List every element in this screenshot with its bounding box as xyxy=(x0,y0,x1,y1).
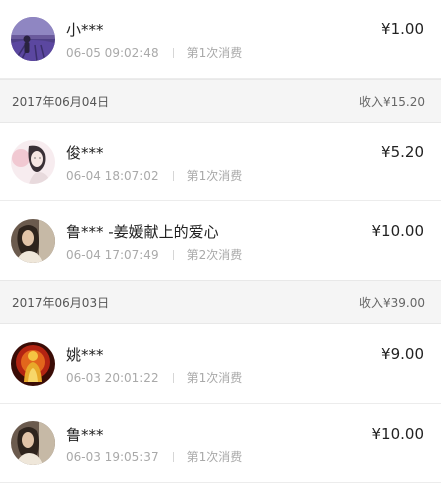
entry-meta: 06-04 17:07:49 第2次消费 xyxy=(66,246,242,263)
divider xyxy=(172,373,174,383)
date-label: 2017年06月03日 xyxy=(12,296,110,310)
sketch-portrait-avatar-icon xyxy=(11,140,55,184)
date-header: 2017年06月03日 收入¥39.00 xyxy=(0,280,441,324)
entry-time: 06-03 19:05:37 xyxy=(66,450,159,464)
daily-income: 收入¥15.20 xyxy=(359,95,425,109)
avatar xyxy=(11,140,55,184)
entry-meta: 06-04 18:07:02 第1次消费 xyxy=(66,167,242,184)
avatar xyxy=(11,342,55,386)
woman-portrait-avatar-icon xyxy=(11,219,55,263)
entry-time: 06-05 09:02:48 xyxy=(66,46,159,60)
amount: ¥9.00 xyxy=(381,345,424,363)
entry-time: 06-04 18:07:02 xyxy=(66,169,159,183)
divider xyxy=(172,452,174,462)
golden-buddha-avatar-icon xyxy=(11,342,55,386)
entry-meta: 06-03 19:05:37 第1次消费 xyxy=(66,448,242,465)
purchase-count: 第1次消费 xyxy=(186,371,243,385)
entry-meta: 06-03 20:01:22 第1次消费 xyxy=(66,369,242,386)
payer-name: 小*** xyxy=(66,21,104,39)
entry-time: 06-04 17:07:49 xyxy=(66,248,159,262)
date-header: 2017年06月04日 收入¥15.20 xyxy=(0,79,441,123)
payer-name: 鲁*** -姜媛献上的爱心 xyxy=(66,223,219,241)
purchase-count: 第1次消费 xyxy=(186,46,243,60)
payer-name: 姚*** xyxy=(66,346,104,364)
list-item[interactable]: 姚*** 06-03 20:01:22 第1次消费 ¥9.00 xyxy=(0,324,441,404)
amount: ¥5.20 xyxy=(381,143,424,161)
lavender-field-avatar-icon xyxy=(11,17,55,61)
purchase-count: 第1次消费 xyxy=(186,169,243,183)
entry-time: 06-03 20:01:22 xyxy=(66,371,159,385)
list-item[interactable]: 鲁*** -姜媛献上的爱心 06-04 17:07:49 第2次消费 ¥10.00 xyxy=(0,201,441,280)
divider xyxy=(172,171,174,181)
date-label: 2017年06月04日 xyxy=(12,95,110,109)
avatar xyxy=(11,421,55,465)
avatar xyxy=(11,219,55,263)
list-item[interactable]: 鲁*** 06-03 19:05:37 第1次消费 ¥10.00 xyxy=(0,404,441,483)
divider xyxy=(172,48,174,58)
entry-meta: 06-05 09:02:48 第1次消费 xyxy=(66,44,242,61)
list-item[interactable]: 小*** 06-05 09:02:48 第1次消费 ¥1.00 xyxy=(0,0,441,79)
list-item[interactable]: 俊*** 06-04 18:07:02 第1次消费 ¥5.20 xyxy=(0,123,441,201)
consumption-list: 小*** 06-05 09:02:48 第1次消费 ¥1.00 2017年06月0… xyxy=(0,0,441,483)
payer-name: 俊*** xyxy=(66,144,104,162)
woman-portrait-avatar-icon xyxy=(11,421,55,465)
divider xyxy=(172,250,174,260)
daily-income: 收入¥39.00 xyxy=(359,296,425,310)
payer-name: 鲁*** xyxy=(66,426,104,444)
purchase-count: 第1次消费 xyxy=(186,450,243,464)
amount: ¥1.00 xyxy=(381,20,424,38)
amount: ¥10.00 xyxy=(371,425,425,443)
purchase-count: 第2次消费 xyxy=(186,248,243,262)
avatar xyxy=(11,17,55,61)
amount: ¥10.00 xyxy=(371,222,425,240)
